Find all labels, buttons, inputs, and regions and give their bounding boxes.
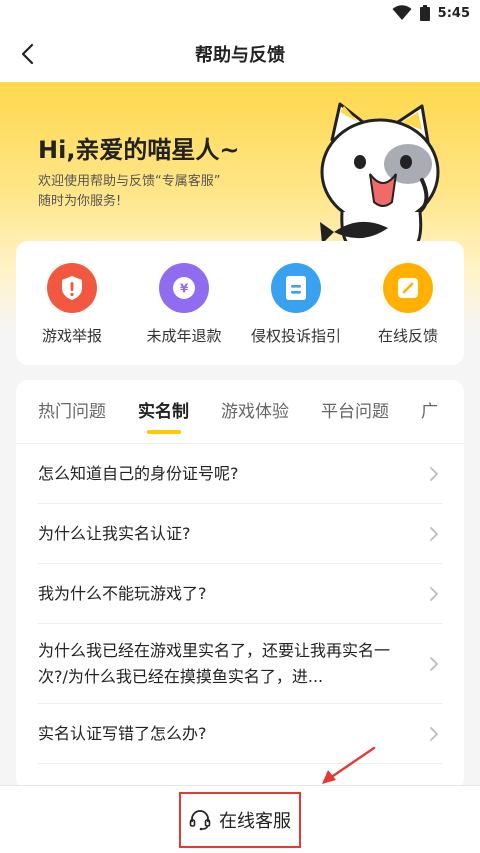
chevron-right-icon bbox=[430, 526, 438, 541]
quick-action-icon-bg: ¥ bbox=[159, 263, 209, 313]
faq-list: 怎么知道自己的身份证号呢? 为什么让我实名认证? 我为什么不能玩游戏了? 为什么… bbox=[16, 444, 464, 764]
quick-action-minor-refund[interactable]: ¥ 未成年退款 bbox=[128, 241, 240, 365]
annotation-arrow-icon bbox=[322, 746, 376, 784]
list-item[interactable]: 实名认证写错了怎么办? bbox=[38, 704, 442, 764]
headset-icon bbox=[189, 809, 211, 830]
back-button[interactable] bbox=[14, 40, 42, 68]
cat-mascot-icon bbox=[320, 102, 440, 250]
hero-greeting: Hi,亲爱的喵星人~ bbox=[38, 136, 240, 164]
quick-action-label: 在线反馈 bbox=[377, 327, 438, 345]
chevron-right-icon bbox=[430, 726, 438, 741]
online-service-button[interactable]: 在线客服 bbox=[179, 791, 301, 848]
faq-question: 实名认证写错了怎么办? bbox=[38, 723, 207, 743]
quick-action-infringement-guide[interactable]: 侵权投诉指引 bbox=[240, 241, 352, 365]
quick-action-label: 未成年退款 bbox=[146, 327, 222, 345]
bottom-bar: 在线客服 bbox=[0, 785, 480, 853]
quick-action-icon-bg bbox=[47, 263, 97, 313]
wifi-icon bbox=[392, 5, 412, 20]
category-tabs: 热门问题 实名制 游戏体验 平台问题 广 bbox=[16, 380, 464, 444]
status-bar: 5:45 bbox=[0, 0, 480, 26]
hero-subtitle-line-2: 随时为你服务! bbox=[38, 194, 122, 209]
hero-subtitle: 欢迎使用帮助与反馈“专属客服” 随时为你服务! bbox=[38, 172, 220, 212]
quick-action-icon-bg bbox=[271, 263, 321, 313]
list-item[interactable]: 为什么让我实名认证? bbox=[38, 504, 442, 564]
faq-question: 怎么知道自己的身份证号呢? bbox=[38, 463, 239, 483]
list-item[interactable]: 为什么我已经在游戏里实名了，还要让我再实名一次?/为什么我已经在摸摸鱼实名了，进… bbox=[38, 624, 442, 704]
quick-action-icon-bg bbox=[383, 263, 433, 313]
faq-question: 为什么让我实名认证? bbox=[38, 523, 191, 543]
chevron-right-icon bbox=[430, 466, 438, 481]
faq-card: 热门问题 实名制 游戏体验 平台问题 广 怎么知道自己的身份证号呢? 为什么让我… bbox=[16, 380, 464, 790]
nav-bar: 帮助与反馈 bbox=[0, 26, 480, 82]
faq-question: 为什么我已经在游戏里实名了，还要让我再实名一次?/为什么我已经在摸摸鱼实名了，进… bbox=[38, 640, 391, 686]
tab-hot-questions[interactable]: 热门问题 bbox=[38, 380, 106, 443]
online-service-label: 在线客服 bbox=[219, 810, 291, 832]
tab-platform-issues[interactable]: 平台问题 bbox=[321, 380, 389, 443]
quick-action-game-report[interactable]: 游戏举报 bbox=[16, 241, 128, 365]
chevron-right-icon bbox=[430, 586, 438, 601]
page-title: 帮助与反馈 bbox=[195, 45, 285, 66]
quick-action-label: 侵权投诉指引 bbox=[250, 327, 341, 345]
list-item[interactable]: 怎么知道自己的身份证号呢? bbox=[38, 444, 442, 504]
status-time: 5:45 bbox=[437, 5, 470, 21]
quick-action-online-feedback[interactable]: 在线反馈 bbox=[352, 241, 464, 365]
edit-icon bbox=[398, 278, 418, 298]
tab-real-name[interactable]: 实名制 bbox=[138, 380, 189, 443]
yuan-coin-icon: ¥ bbox=[173, 277, 195, 299]
svg-text:¥: ¥ bbox=[180, 282, 189, 296]
chevron-right-icon bbox=[430, 656, 438, 671]
list-item[interactable]: 我为什么不能玩游戏了? bbox=[38, 564, 442, 624]
document-icon bbox=[286, 276, 306, 300]
tab-game-experience[interactable]: 游戏体验 bbox=[221, 380, 289, 443]
shield-alert-icon bbox=[62, 276, 82, 300]
chevron-left-icon bbox=[21, 43, 34, 65]
tab-more[interactable]: 广 bbox=[421, 380, 438, 443]
faq-question: 我为什么不能玩游戏了? bbox=[38, 583, 207, 603]
quick-action-label: 游戏举报 bbox=[41, 327, 102, 345]
quick-actions-card: 游戏举报 ¥ 未成年退款 侵权投诉指引 在线反馈 bbox=[16, 241, 464, 365]
battery-icon bbox=[419, 5, 430, 21]
hero-subtitle-line-1: 欢迎使用帮助与反馈“专属客服” bbox=[38, 174, 221, 189]
